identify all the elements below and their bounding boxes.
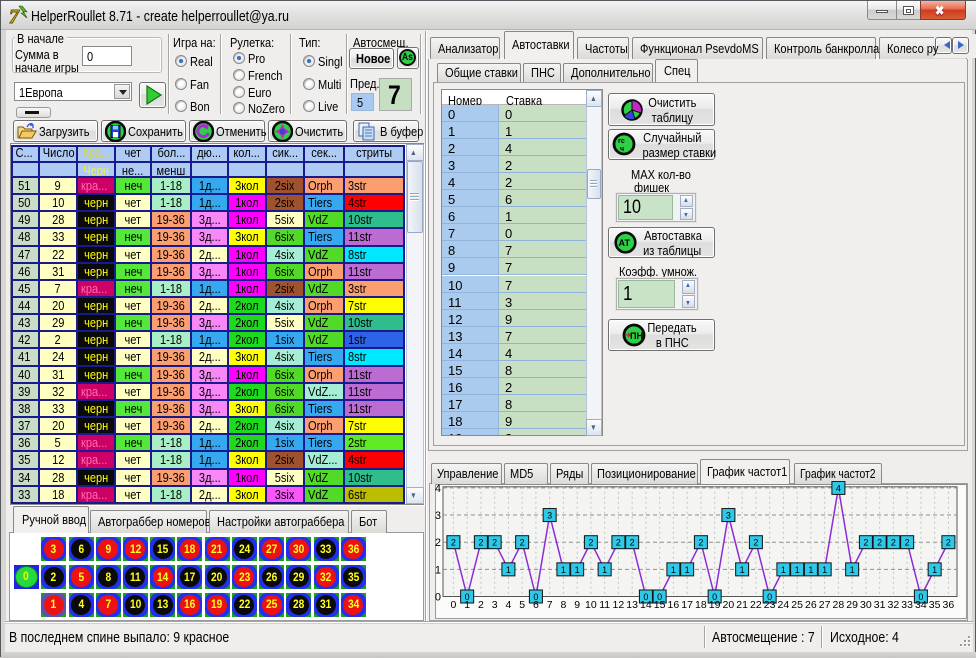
svg-text:2: 2 <box>492 538 497 548</box>
svg-text:1: 1 <box>602 565 607 575</box>
svg-text:18: 18 <box>695 599 707 611</box>
svg-text:34: 34 <box>915 599 927 611</box>
svg-text:1: 1 <box>575 565 580 575</box>
svg-text:16: 16 <box>668 599 680 611</box>
svg-text:1: 1 <box>740 565 745 575</box>
svg-text:9: 9 <box>574 599 580 611</box>
svg-text:2: 2 <box>451 538 456 548</box>
svg-text:2: 2 <box>478 599 484 611</box>
svg-text:3: 3 <box>435 510 441 522</box>
svg-text:26: 26 <box>805 599 817 611</box>
svg-text:10: 10 <box>585 599 597 611</box>
svg-text:4: 4 <box>836 483 841 493</box>
svg-text:6: 6 <box>533 599 539 611</box>
svg-text:2: 2 <box>520 538 525 548</box>
svg-text:24: 24 <box>778 599 790 611</box>
svg-text:2: 2 <box>435 537 441 549</box>
svg-text:29: 29 <box>846 599 858 611</box>
svg-text:0: 0 <box>450 599 456 611</box>
svg-text:2: 2 <box>905 538 910 548</box>
svg-text:28: 28 <box>833 599 845 611</box>
svg-text:1: 1 <box>671 565 676 575</box>
svg-text:22: 22 <box>750 599 762 611</box>
svg-text:АТ: АТ <box>619 238 631 248</box>
svg-text:7: 7 <box>9 6 20 26</box>
svg-text:2: 2 <box>588 538 593 548</box>
svg-text:ПН: ПН <box>630 331 643 341</box>
svg-text:4: 4 <box>505 599 511 611</box>
svg-text:1: 1 <box>435 564 441 576</box>
svg-text:2: 2 <box>877 538 882 548</box>
svg-text:36: 36 <box>943 599 955 611</box>
svg-text:27: 27 <box>819 599 831 611</box>
svg-text:2: 2 <box>946 538 951 548</box>
svg-text:8: 8 <box>560 599 566 611</box>
svg-text:35: 35 <box>929 599 941 611</box>
svg-text:17: 17 <box>681 599 693 611</box>
svg-text:33: 33 <box>901 599 913 611</box>
svg-text:3: 3 <box>726 511 731 521</box>
svg-text:2: 2 <box>753 538 758 548</box>
svg-text:2: 2 <box>616 538 621 548</box>
svg-text:0: 0 <box>435 592 441 604</box>
svg-text:4: 4 <box>435 483 441 495</box>
svg-text:2: 2 <box>478 538 483 548</box>
svg-text:1: 1 <box>850 565 855 575</box>
svg-text:31: 31 <box>874 599 886 611</box>
svg-text:11: 11 <box>599 599 610 611</box>
svg-text:1: 1 <box>506 565 511 575</box>
svg-text:3: 3 <box>492 599 498 611</box>
svg-text:1: 1 <box>808 565 813 575</box>
svg-text:25: 25 <box>791 599 803 611</box>
svg-text:ч: ч <box>620 146 624 153</box>
svg-text:1: 1 <box>932 565 937 575</box>
svg-text:20: 20 <box>723 599 735 611</box>
svg-text:12: 12 <box>613 599 625 611</box>
svg-text:13: 13 <box>626 599 638 611</box>
svg-text:15: 15 <box>654 599 666 611</box>
svg-text:2: 2 <box>630 538 635 548</box>
svg-text:1: 1 <box>561 565 566 575</box>
svg-text:5: 5 <box>519 599 525 611</box>
svg-text:3: 3 <box>547 511 552 521</box>
svg-text:14: 14 <box>640 599 652 611</box>
svg-text:гс: гс <box>618 138 625 145</box>
svg-text:2: 2 <box>698 538 703 548</box>
svg-text:7: 7 <box>547 599 553 611</box>
svg-text:19: 19 <box>709 599 721 611</box>
svg-text:1: 1 <box>795 565 800 575</box>
svg-text:21: 21 <box>736 599 748 611</box>
svg-text:2: 2 <box>863 538 868 548</box>
svg-text:2: 2 <box>891 538 896 548</box>
svg-text:32: 32 <box>888 599 900 611</box>
svg-text:23: 23 <box>764 599 776 611</box>
svg-text:1: 1 <box>822 565 827 575</box>
svg-text:1: 1 <box>464 599 470 611</box>
svg-text:30: 30 <box>860 599 872 611</box>
svg-text:1: 1 <box>685 565 690 575</box>
svg-text:1: 1 <box>781 565 786 575</box>
